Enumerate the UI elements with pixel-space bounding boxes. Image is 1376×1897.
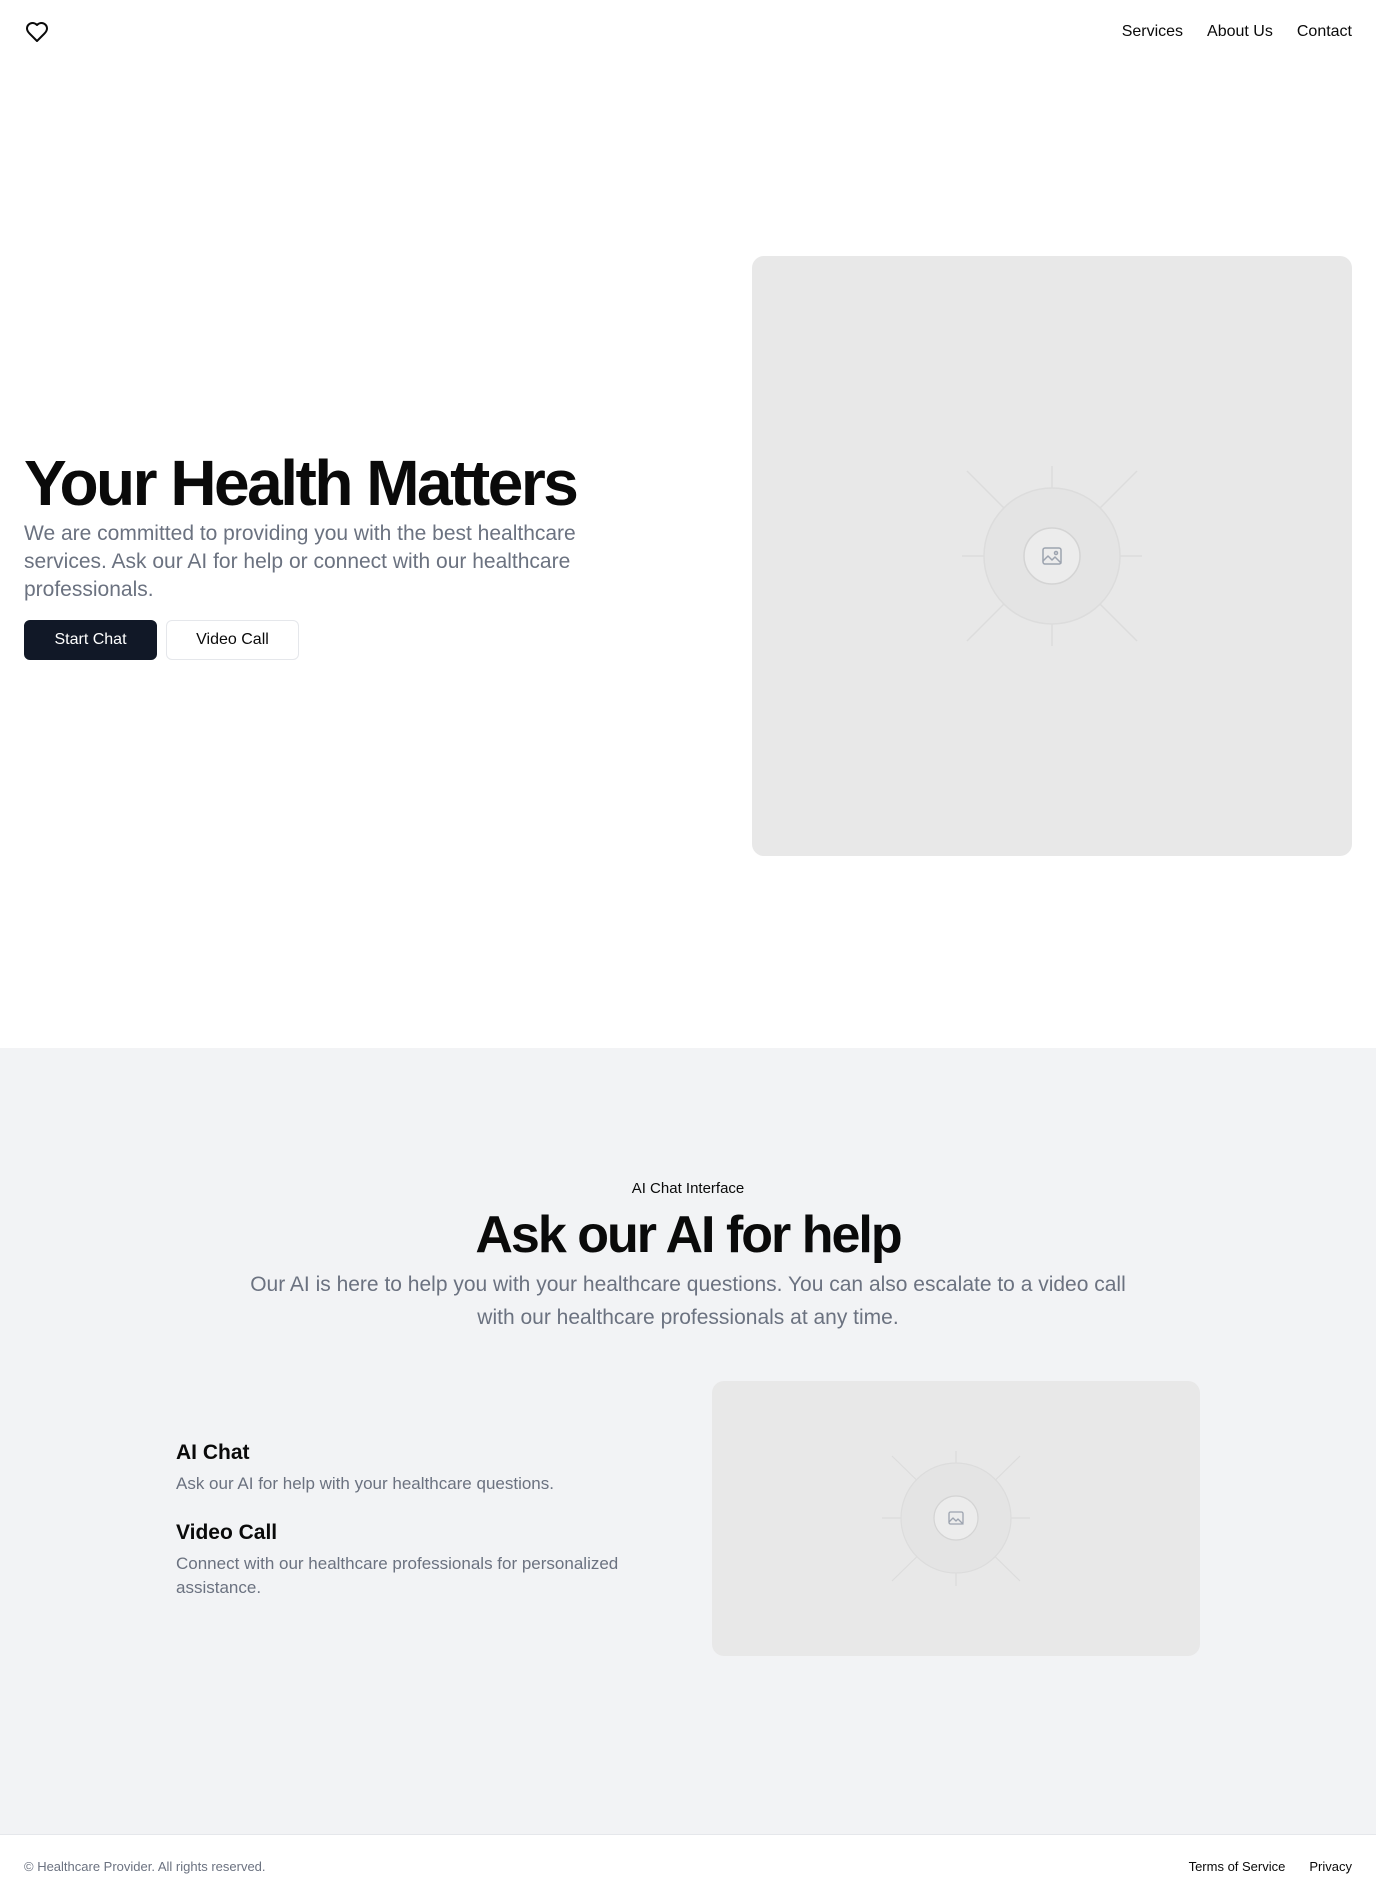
video-call-button[interactable]: Video Call [166,620,299,660]
nav-services-link[interactable]: Services [1122,23,1183,41]
heart-icon[interactable] [24,19,50,45]
feature-description: Connect with our healthcare professional… [176,1554,619,1597]
section-eyebrow: AI Chat Interface [631,1180,745,1197]
hero-image-placeholder [752,256,1352,856]
footer-links: Terms of Service Privacy [1189,1859,1352,1874]
site-header: Services About Us Contact [0,0,1376,64]
start-chat-button[interactable]: Start Chat [24,620,157,660]
hero-subtitle: We are committed to providing you with t… [24,522,576,601]
nav-contact-link[interactable]: Contact [1297,23,1352,41]
feature-video-call: Video Call Connect with our healthcare p… [176,1520,646,1600]
hero-title: Your Health Matters [24,447,579,519]
chat-image-placeholder [712,1381,1200,1656]
image-placeholder-icon [962,466,1142,646]
feature-title: Video Call [176,1521,278,1544]
image-placeholder-icon [882,1451,1030,1586]
terms-link[interactable]: Terms of Service [1189,1859,1286,1874]
feature-description: Ask our AI for help with your healthcare… [176,1474,554,1493]
hero-buttons: Start Chat Video Call [24,620,299,660]
feature-ai-chat: AI Chat Ask our AI for help with your he… [176,1440,646,1496]
site-footer: © Healthcare Provider. All rights reserv… [0,1834,1376,1897]
main-nav: Services About Us Contact [1122,23,1352,41]
section-subtitle: Our AI is here to help you with your hea… [250,1273,1126,1329]
copyright-text: © Healthcare Provider. All rights reserv… [24,1858,266,1874]
privacy-link[interactable]: Privacy [1309,1859,1352,1874]
nav-about-link[interactable]: About Us [1207,23,1273,41]
section-title: Ask our AI for help [475,1206,902,1264]
feature-title: AI Chat [176,1441,250,1464]
